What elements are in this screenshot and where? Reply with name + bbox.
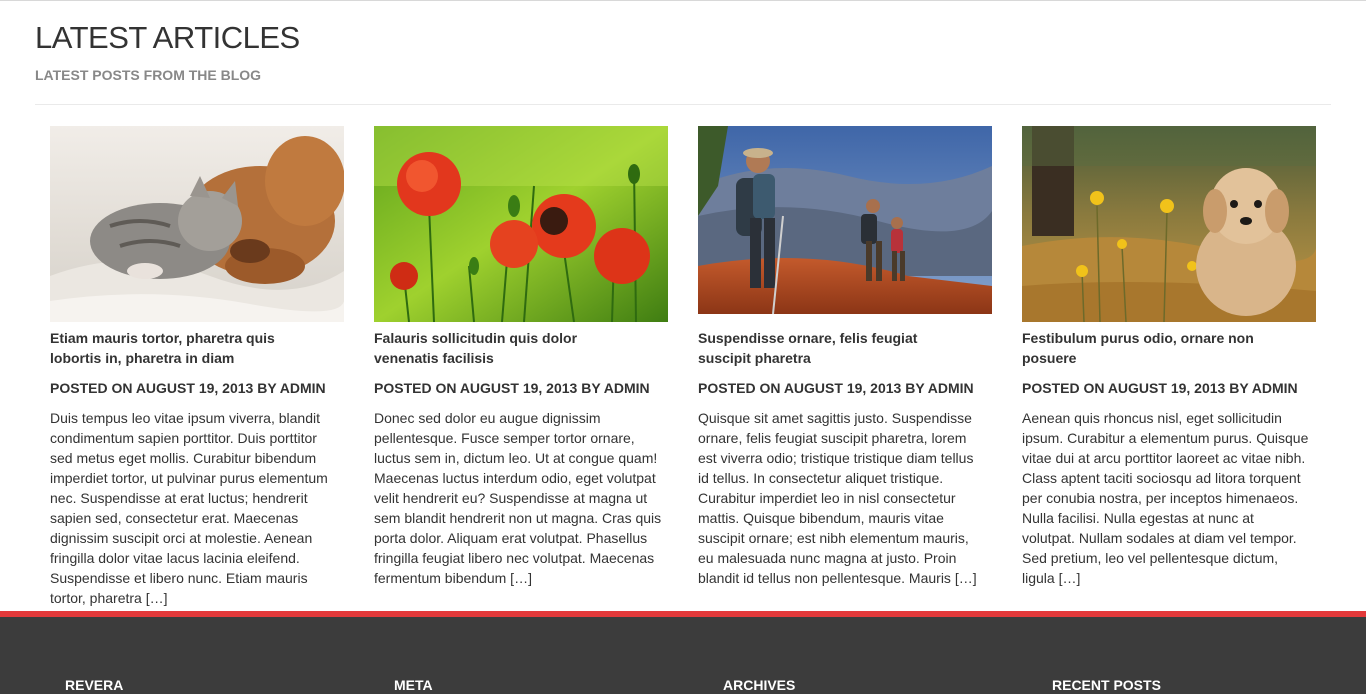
- article-excerpt: Quisque sit amet sagittis justo. Suspend…: [698, 410, 977, 586]
- article-title[interactable]: Festibulum purus odio, ornare non posuer…: [1022, 328, 1272, 368]
- top-rule: [0, 0, 1366, 1]
- footer-heading-recent-posts: RECENT POSTS: [1052, 677, 1161, 693]
- article-title[interactable]: Falauris sollicitudin quis dolor venenat…: [374, 328, 624, 368]
- article-excerpt: Duis tempus leo vitae ipsum viverra, bla…: [50, 410, 328, 606]
- article-meta: POSTED ON AUGUST 19, 2013 BY ADMIN: [698, 380, 974, 396]
- footer-heading-meta: META: [394, 677, 433, 693]
- red-poppies-photo[interactable]: [374, 126, 668, 322]
- kitten-and-puppy-sleeping-photo[interactable]: [50, 126, 344, 322]
- footer-heading-revera: REVERA: [65, 677, 124, 693]
- article-card: Festibulum purus odio, ornare non posuer…: [1022, 126, 1316, 588]
- hikers-canyon-photo[interactable]: [698, 126, 992, 322]
- header-divider: [35, 104, 1331, 105]
- section-title: LATEST ARTICLES: [35, 20, 300, 55]
- articles-grid: Etiam mauris tortor, pharetra quis lobor…: [50, 126, 1316, 606]
- article-excerpt: Donec sed dolor eu augue dignissim pelle…: [374, 410, 662, 586]
- article-card: Etiam mauris tortor, pharetra quis lobor…: [50, 126, 344, 608]
- article-meta: POSTED ON AUGUST 19, 2013 BY ADMIN: [1022, 380, 1298, 396]
- puppy-in-field-photo[interactable]: [1022, 126, 1316, 322]
- section-header: LATEST ARTICLES LATEST POSTS FROM THE BL…: [35, 20, 300, 84]
- section-subtitle: LATEST POSTS FROM THE BLOG: [35, 67, 262, 83]
- footer: REVERA META ARCHIVES RECENT POSTS: [0, 611, 1366, 694]
- article-meta: POSTED ON AUGUST 19, 2013 BY ADMIN: [50, 380, 326, 396]
- article-excerpt: Aenean quis rhoncus nisl, eget sollicitu…: [1022, 410, 1309, 586]
- article-title[interactable]: Etiam mauris tortor, pharetra quis lobor…: [50, 328, 300, 368]
- article-title[interactable]: Suspendisse ornare, felis feugiat suscip…: [698, 328, 948, 368]
- article-meta: POSTED ON AUGUST 19, 2013 BY ADMIN: [374, 380, 650, 396]
- footer-heading-archives: ARCHIVES: [723, 677, 796, 693]
- article-card: Suspendisse ornare, felis feugiat suscip…: [698, 126, 992, 588]
- article-card: Falauris sollicitudin quis dolor venenat…: [374, 126, 668, 588]
